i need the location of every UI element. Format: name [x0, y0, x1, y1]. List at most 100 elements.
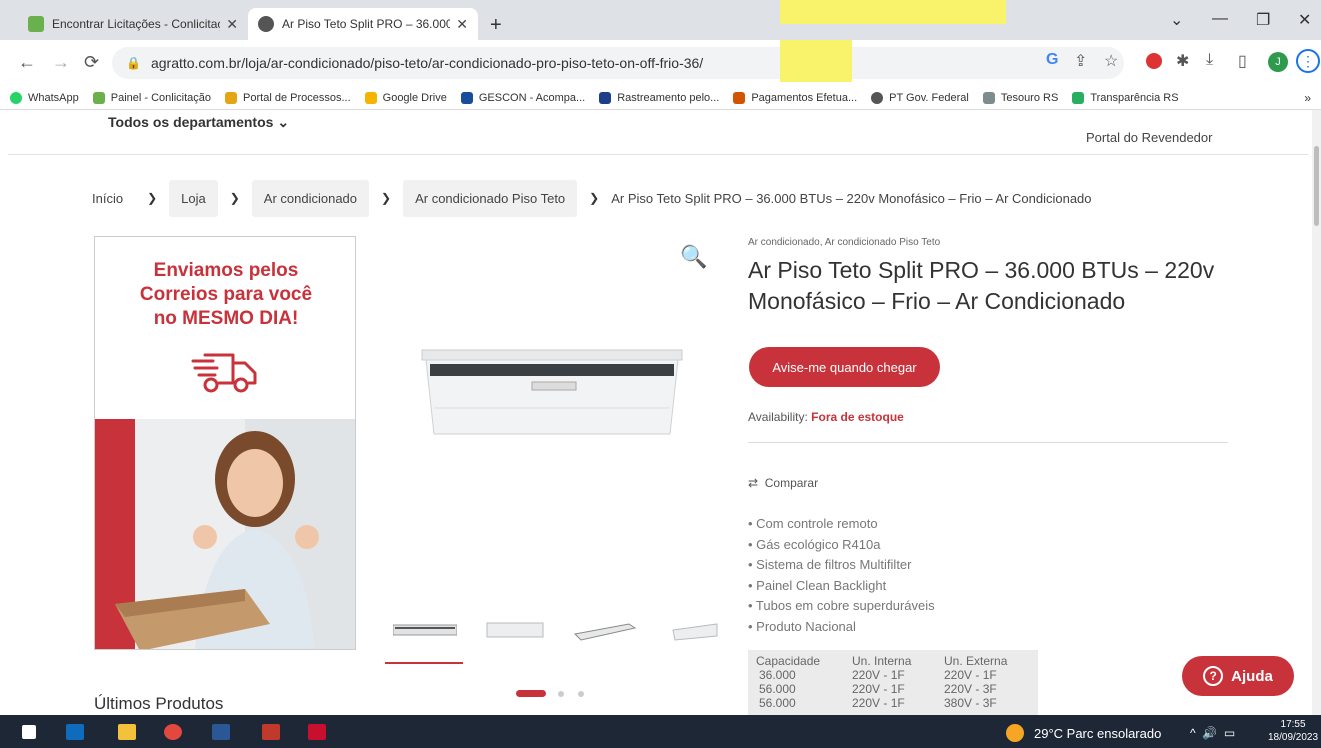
bookmark-tesouro[interactable]: Tesouro RS	[982, 91, 1058, 104]
side-panel-icon[interactable]: ▯	[1238, 51, 1247, 71]
system-tray[interactable]: ^ 🔊 ▭	[1190, 726, 1235, 740]
bookmark-star-icon[interactable]: ☆	[1104, 51, 1118, 71]
weather-widget[interactable]: 29°C Parc ensolarado	[1006, 724, 1161, 742]
breadcrumb-current: Ar Piso Teto Split PRO – 36.000 BTUs – 2…	[611, 190, 1092, 206]
carousel-dot-active[interactable]	[516, 690, 546, 697]
download-icon[interactable]: ⤓	[1206, 51, 1213, 69]
chevron-right-icon: ❯	[229, 191, 240, 205]
tab-conlicitacao[interactable]: Encontrar Licitações - Conlicitaçã ✕	[18, 8, 248, 40]
question-icon: ?	[1203, 666, 1224, 686]
notify-me-button[interactable]: Avise-me quando chegar	[749, 347, 940, 387]
spec-table: Capacidade 36.000 56.000 56.000 Un. Inte…	[748, 650, 1038, 715]
bookmark-gescon[interactable]: GESCON - Acompa...	[460, 91, 585, 104]
tab-agratto[interactable]: Ar Piso Teto Split PRO – 36.000 B ✕	[248, 8, 478, 40]
bookmark-pt-gov[interactable]: PT Gov. Federal	[871, 91, 969, 104]
lock-icon: 🔒	[126, 56, 141, 70]
header-divider	[8, 154, 1308, 155]
feature-item: • Produto Nacional	[748, 618, 856, 634]
conlicitacao-icon	[92, 91, 105, 104]
product-categories[interactable]: Ar condicionado, Ar condicionado Piso Te…	[748, 237, 940, 248]
shipping-promo-banner[interactable]: Enviamos pelos Correios para você no MES…	[94, 236, 356, 650]
highlight-mark	[780, 0, 1006, 24]
outlook-icon[interactable]	[66, 724, 84, 740]
tab-title: Encontrar Licitações - Conlicitaçã	[52, 17, 221, 31]
spec-column: Un. Interna 220V - 1F 220V - 1F 220V - 1…	[852, 654, 912, 710]
new-tab-button[interactable]: +	[490, 14, 502, 37]
scrollbar-thumb[interactable]	[1314, 146, 1319, 226]
tab-search-icon[interactable]: ⌄	[1170, 10, 1183, 30]
reload-button[interactable]: ⟳	[84, 52, 99, 73]
bookmark-rastreamento[interactable]: Rastreamento pelo...	[599, 91, 719, 104]
whatsapp-icon	[10, 91, 22, 104]
google-translate-icon[interactable]: G	[1046, 51, 1058, 69]
product-image[interactable]	[420, 348, 684, 440]
profile-avatar[interactable]: J	[1268, 52, 1288, 72]
tab-title: Ar Piso Teto Split PRO – 36.000 B	[282, 17, 451, 31]
address-bar[interactable]: 🔒 agratto.com.br/loja/ar-condicionado/pi…	[112, 47, 1124, 79]
help-button[interactable]: ? Ajuda	[1182, 656, 1294, 696]
bookmark-google-drive[interactable]: Google Drive	[364, 91, 447, 104]
highlight-mark	[780, 40, 852, 82]
chrome-icon[interactable]	[164, 724, 182, 740]
carousel-dots	[516, 690, 598, 697]
close-tab-icon[interactable]: ✕	[226, 16, 238, 33]
bookmark-painel[interactable]: Painel - Conlicitação	[92, 91, 211, 104]
conlicitacao-favicon-icon	[28, 16, 44, 32]
bookmark-transparencia[interactable]: Transparência RS	[1072, 91, 1179, 104]
feature-item: • Sistema de filtros Multifilter	[748, 557, 912, 572]
spec-column: Capacidade 36.000 56.000 56.000	[756, 654, 821, 710]
back-button[interactable]: ←	[18, 52, 36, 73]
google-drive-icon	[364, 91, 377, 104]
portal-revendedor-link[interactable]: Portal do Revendedor	[1086, 130, 1212, 145]
departments-menu[interactable]: Todos os departamentos ⌄	[108, 114, 289, 131]
divider	[748, 442, 1228, 443]
browser-menu-icon[interactable]: ⋮	[1296, 49, 1320, 73]
zoom-icon[interactable]: 🔍	[680, 244, 707, 270]
feature-item: • Painel Clean Backlight	[748, 577, 887, 593]
thumbnail[interactable]	[655, 606, 735, 656]
product-title: Ar Piso Teto Split PRO – 36.000 BTUs – 2…	[748, 257, 1215, 314]
window-close-button[interactable]: ✕	[1298, 10, 1311, 30]
bookmark-pagamentos[interactable]: Pagamentos Efetua...	[733, 91, 857, 104]
windows-start-icon[interactable]	[22, 725, 36, 739]
file-explorer-icon[interactable]	[118, 724, 136, 740]
carousel-dot[interactable]	[558, 690, 564, 697]
close-tab-icon[interactable]: ✕	[456, 16, 468, 33]
spec-column: Un. Externa 220V - 1F 220V - 3F 380V - 3…	[944, 654, 1008, 710]
transparencia-icon	[1072, 91, 1085, 104]
globe-icon	[871, 91, 884, 104]
breadcrumb-loja[interactable]: Loja	[169, 179, 218, 217]
breadcrumb-piso-teto[interactable]: Ar condicionado Piso Teto	[403, 179, 578, 217]
carousel-dot[interactable]	[578, 690, 584, 697]
chevron-right-icon: ❯	[381, 191, 392, 205]
weather-sun-icon	[1006, 724, 1024, 742]
gescon-icon	[460, 91, 473, 104]
bookmark-whatsapp[interactable]: WhatsApp	[10, 91, 79, 104]
thumbnail[interactable]	[565, 606, 645, 656]
compare-button[interactable]: ⇄ Comparar	[748, 476, 818, 490]
maximize-button[interactable]: ❐	[1256, 10, 1270, 30]
extensions-icon[interactable]: ✱	[1176, 51, 1189, 71]
taskbar-clock[interactable]: 17:55 18/09/2023	[1268, 718, 1318, 744]
share-icon[interactable]: ⇪	[1074, 51, 1087, 71]
delivery-truck-icon	[191, 353, 257, 393]
chevron-right-icon: ❯	[589, 191, 600, 205]
breadcrumb-home[interactable]: Início	[80, 180, 135, 217]
thumbnail[interactable]	[475, 606, 555, 656]
tesouro-icon	[982, 91, 995, 104]
breadcrumb-ar-condicionado[interactable]: Ar condicionado	[251, 179, 370, 217]
winrar-icon[interactable]	[262, 724, 280, 740]
feature-item: • Com controle remoto	[748, 516, 878, 531]
bookmark-portal-processos[interactable]: Portal de Processos...	[225, 91, 351, 104]
active-thumbnail-indicator	[385, 662, 463, 664]
bookmarks-overflow-button[interactable]: »	[1304, 91, 1311, 105]
minimize-button[interactable]: —	[1212, 10, 1228, 28]
adblock-icon[interactable]	[1146, 53, 1162, 69]
thumbnail[interactable]	[385, 606, 465, 656]
latest-products-heading: Últimos Produtos	[94, 694, 224, 713]
web-page: Todos os departamentos ⌄ Portal do Reven…	[0, 110, 1321, 715]
acrobat-icon[interactable]	[308, 724, 326, 740]
forward-button[interactable]: →	[52, 52, 70, 73]
word-icon[interactable]	[212, 724, 230, 740]
stock-status: Fora de estoque	[811, 410, 904, 424]
